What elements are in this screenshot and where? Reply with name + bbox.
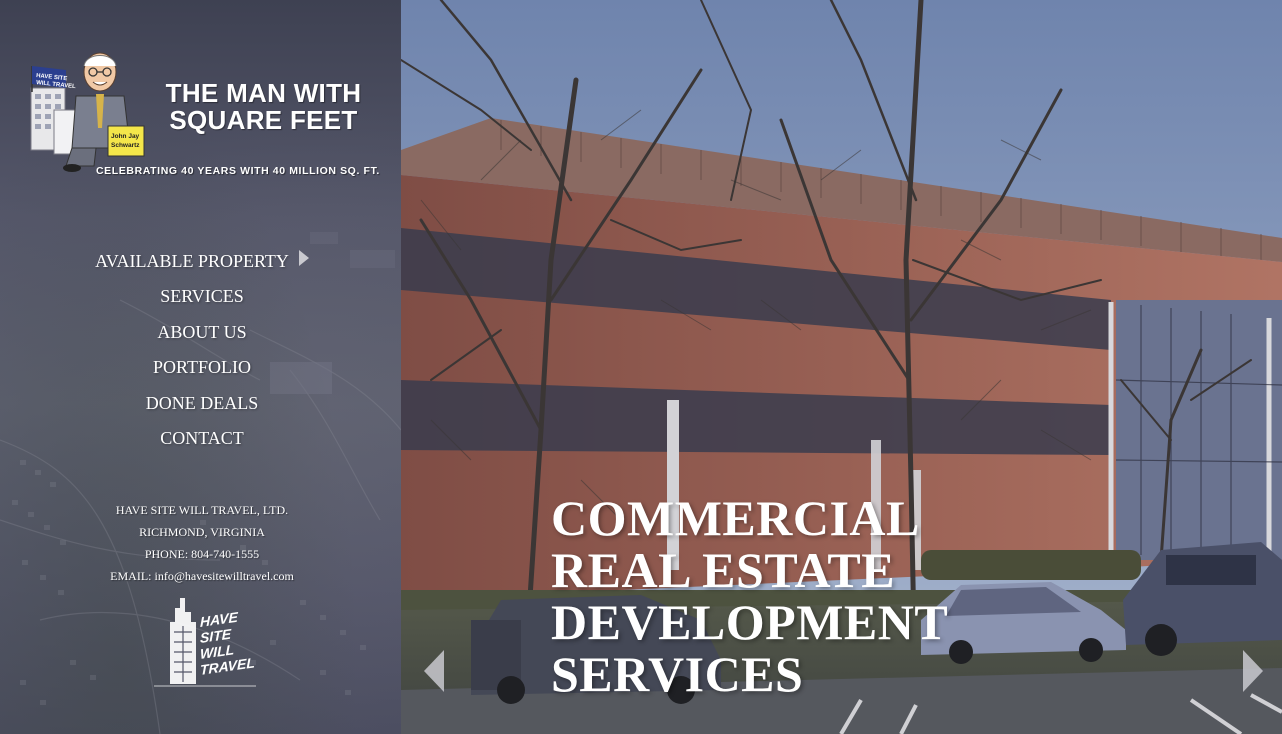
slider-next-button[interactable] xyxy=(1243,650,1263,692)
nav-item-label: ABOUT US xyxy=(157,321,247,342)
logo-title-line1: THE MAN WITH xyxy=(165,78,362,108)
hero-slider: COMMERCIAL REAL ESTATE DEVELOPMENT SERVI… xyxy=(401,0,1282,734)
nav-item-label: DONE DEALS xyxy=(145,392,259,413)
slider-prev-button[interactable] xyxy=(424,650,444,692)
logo-title-line2: SQUARE FEET xyxy=(169,105,358,135)
nav-item-services[interactable]: SERVICES xyxy=(0,281,401,316)
hero-headline: COMMERCIAL REAL ESTATE DEVELOPMENT SERVI… xyxy=(551,492,948,700)
company-name: HAVE SITE WILL TRAVEL, LTD. xyxy=(115,503,289,517)
contact-info: HAVE SITE WILL TRAVEL, LTD. RICHMOND, VI… xyxy=(0,499,401,587)
nav-item-label: SERVICES xyxy=(160,286,244,307)
logo-title: THE MAN WITH SQUARE FEET xyxy=(146,80,381,134)
nav-item-contact[interactable]: CONTACT xyxy=(0,423,401,458)
mascot-illustration: HAVE SITE WILL TRAVEL John Jay Schwartz xyxy=(30,52,145,172)
logo-tagline: CELEBRATING 40 YEARS WITH 40 MILLION SQ.… xyxy=(96,165,380,177)
hero-headline-line3: DEVELOPMENT xyxy=(551,594,949,650)
sidebar: HAVE SITE WILL TRAVEL John Jay Schwartz … xyxy=(0,0,401,734)
company-location: RICHMOND, VIRGINIA xyxy=(139,525,265,539)
nav-item-label: CONTACT xyxy=(160,427,244,448)
hero-headline-line1: COMMERCIAL xyxy=(551,490,920,546)
email-address[interactable]: EMAIL: info@havesitewilltravel.com xyxy=(0,565,401,587)
sign-text-1: John Jay xyxy=(111,133,140,140)
main-nav: AVAILABLE PROPERTY SERVICES ABOUT US POR… xyxy=(0,246,401,458)
nav-item-done-deals[interactable]: DONE DEALS xyxy=(0,388,401,423)
nav-item-available-property[interactable]: AVAILABLE PROPERTY xyxy=(0,246,401,281)
hero-headline-line4: SERVICES xyxy=(551,646,804,702)
site-logo[interactable]: HAVE SITE WILL TRAVEL John Jay Schwartz … xyxy=(26,48,386,188)
nav-item-portfolio[interactable]: PORTFOLIO xyxy=(0,352,401,387)
sign-text-2: Schwartz xyxy=(111,142,140,149)
nav-item-label: PORTFOLIO xyxy=(153,357,251,378)
company-logo[interactable]: HAVE SITE WILL TRAVEL xyxy=(150,598,260,690)
chevron-right-icon xyxy=(1243,650,1263,692)
phone-number[interactable]: PHONE: 804-740-1555 xyxy=(0,543,401,565)
submenu-arrow-icon xyxy=(298,250,309,266)
hero-headline-line2: REAL ESTATE xyxy=(551,542,896,598)
nav-item-about-us[interactable]: ABOUT US xyxy=(0,317,401,352)
chevron-left-icon xyxy=(424,650,444,692)
nav-item-label: AVAILABLE PROPERTY xyxy=(95,251,289,271)
